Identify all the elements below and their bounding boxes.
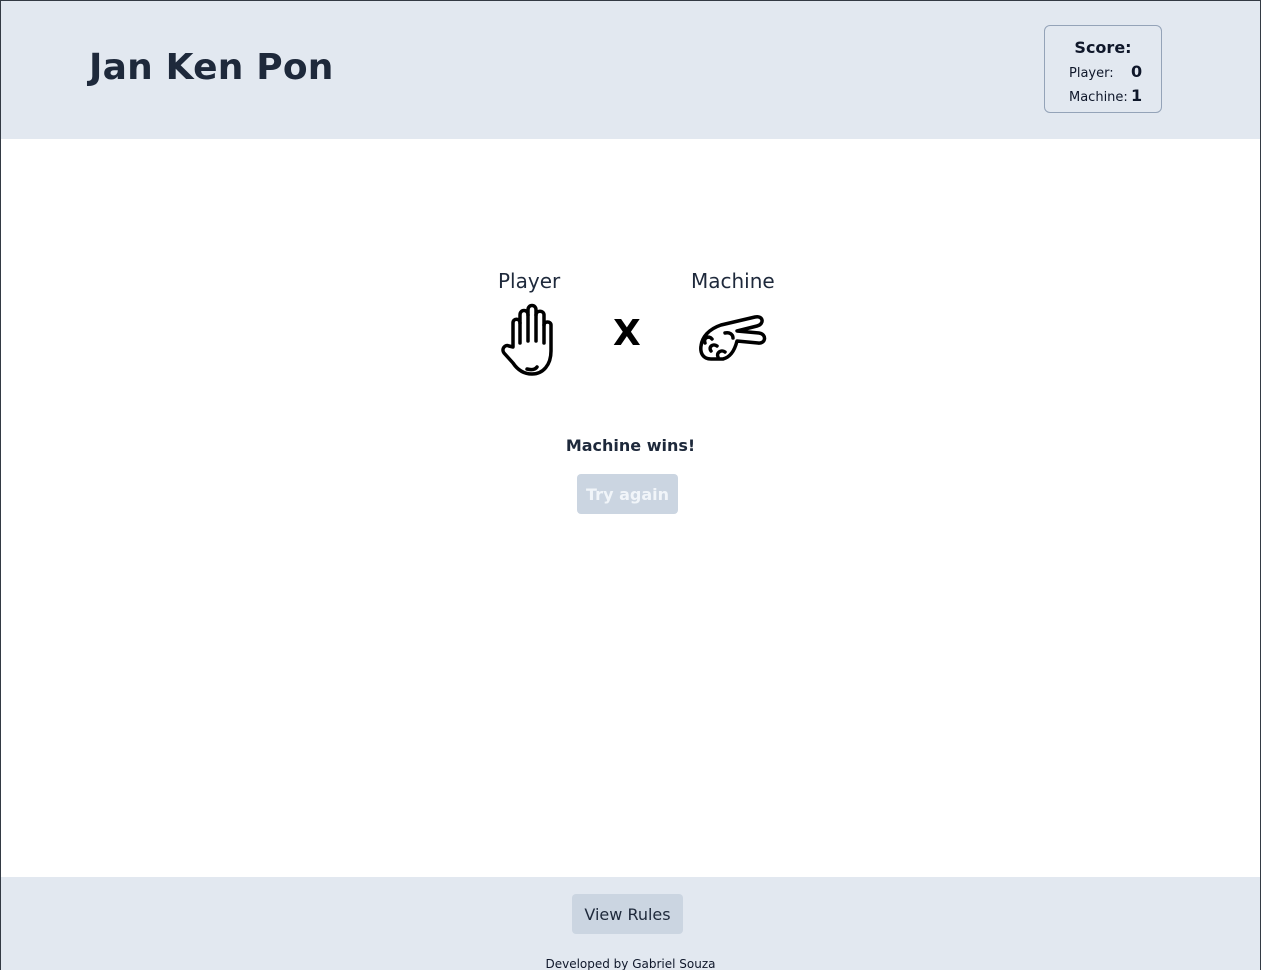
credits-text: Developed by Gabriel Souza <box>545 957 716 970</box>
app-window: Jan Ken Pon Score: Player: 0 Machine: 1 Pl… <box>0 0 1261 970</box>
player-score-label: Player: <box>1069 66 1114 81</box>
score-title: Score: <box>1074 38 1132 57</box>
machine-score-value: 1 <box>1131 86 1143 105</box>
view-rules-button[interactable]: View Rules <box>572 894 683 934</box>
result-message: Machine wins! <box>565 436 696 455</box>
versus-label: X <box>613 313 641 354</box>
paper-hand-icon <box>501 303 553 376</box>
player-score-row: Player: 0 <box>1069 62 1142 81</box>
page-title: Jan Ken Pon <box>89 47 334 88</box>
footer: View Rules Developed by Gabriel Souza <box>1 877 1260 970</box>
machine-score-label: Machine: <box>1069 90 1128 105</box>
player-label: Player <box>498 269 561 293</box>
machine-label: Machine <box>691 269 775 293</box>
header: Jan Ken Pon Score: Player: 0 Machine: 1 <box>1 1 1260 139</box>
match-area: Player Machine X <box>1 269 1260 389</box>
scissors-hand-icon <box>699 314 767 361</box>
player-score-value: 0 <box>1131 62 1143 81</box>
try-again-button[interactable]: Try again <box>577 474 678 514</box>
machine-score-row: Machine: 1 <box>1069 86 1142 105</box>
score-panel: Score: Player: 0 Machine: 1 <box>1044 25 1162 113</box>
